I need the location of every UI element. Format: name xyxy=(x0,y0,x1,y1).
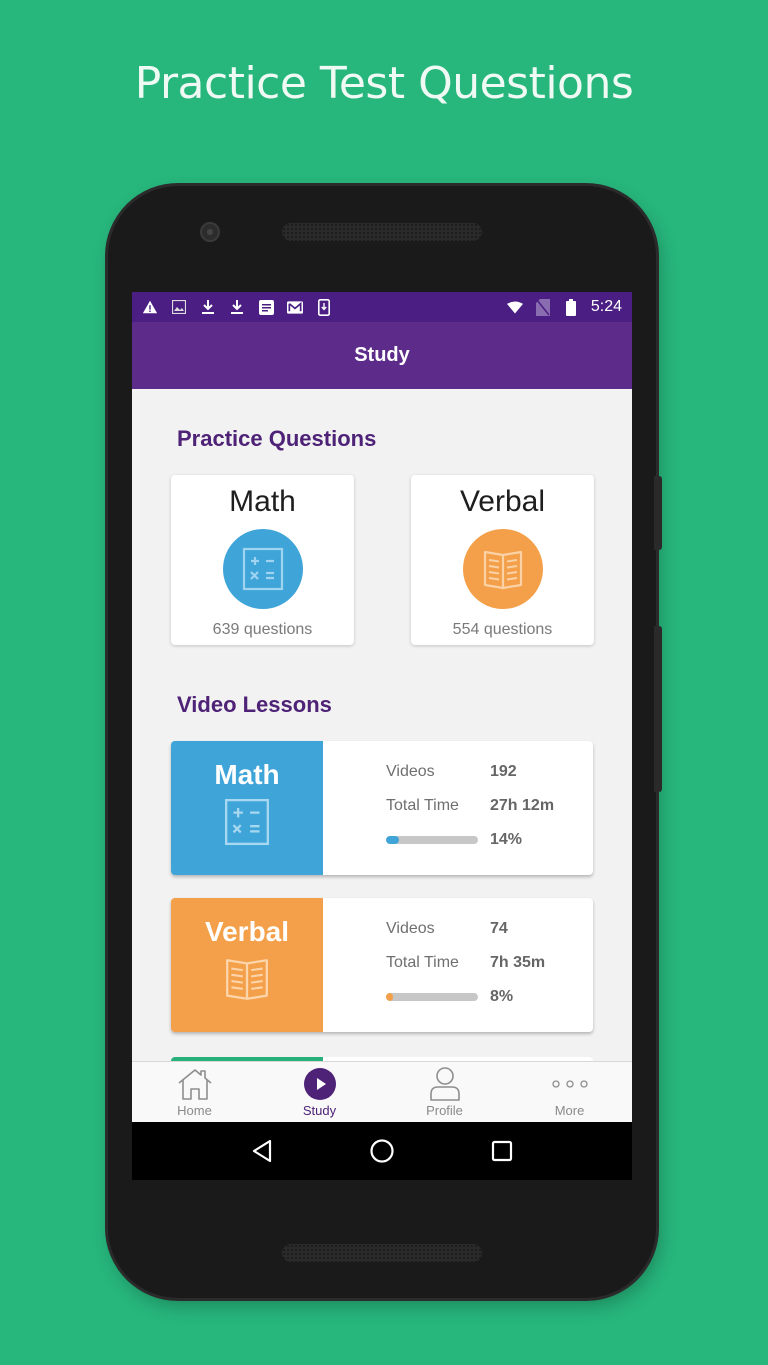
play-circle-icon xyxy=(303,1066,337,1102)
progress-fill xyxy=(386,836,399,844)
videos-label: Videos xyxy=(386,763,435,780)
download-icon xyxy=(200,299,216,315)
nav-label: Profile xyxy=(426,1103,463,1118)
progress-bar xyxy=(386,993,478,1001)
video-card-stats: Videos 192 Total Time 27h 12m 14% xyxy=(323,741,593,875)
app-bar: Study xyxy=(132,322,632,389)
warning-icon xyxy=(142,299,158,315)
videos-count: 74 xyxy=(490,920,508,937)
video-card-verbal[interactable]: Verbal Videos 74 Total Time 7h 35m 8% xyxy=(171,898,593,1032)
practice-card-verbal[interactable]: Verbal 554 questions xyxy=(411,475,594,645)
recents-icon[interactable] xyxy=(482,1131,522,1171)
video-card-stats: Videos 74 Total Time 7h 35m 8% xyxy=(323,898,593,1032)
home-icon xyxy=(176,1066,214,1102)
progress-bar xyxy=(386,836,478,844)
power-button xyxy=(654,626,662,792)
video-card-banner: Verbal xyxy=(171,898,323,1032)
video-card-title: Verbal xyxy=(204,916,290,947)
page-title: Study xyxy=(354,344,410,366)
nav-label: Study xyxy=(302,1103,337,1118)
practice-card-title: Math xyxy=(229,485,296,518)
progress-percent: 8% xyxy=(490,988,514,1005)
videos-label: Videos xyxy=(386,920,435,937)
bottom-speaker xyxy=(282,1244,482,1262)
nav-item-more[interactable]: More xyxy=(507,1062,632,1122)
total-time-value: 7h 35m xyxy=(490,954,546,971)
book-icon xyxy=(462,529,543,609)
nav-item-profile[interactable]: Profile xyxy=(382,1062,507,1122)
book-icon xyxy=(222,954,272,1009)
progress-fill xyxy=(386,993,394,1001)
question-count: 554 questions xyxy=(452,621,553,638)
home-circle-icon[interactable] xyxy=(362,1131,402,1171)
total-time-label: Total Time xyxy=(386,954,459,971)
no-sim-icon xyxy=(535,298,551,316)
volume-button xyxy=(654,476,662,550)
nav-label: More xyxy=(554,1103,585,1118)
device-download-icon xyxy=(316,298,332,316)
nav-item-home[interactable]: Home xyxy=(132,1062,257,1122)
nav-item-study[interactable]: Study xyxy=(257,1062,382,1122)
progress-percent: 14% xyxy=(490,831,523,848)
video-card-banner: Math xyxy=(171,741,323,875)
promo-title: Practice Test Questions xyxy=(134,58,634,109)
practice-questions-heading: Practice Questions xyxy=(177,426,377,451)
document-icon xyxy=(258,299,274,315)
system-navigation-bar xyxy=(132,1122,632,1180)
image-icon xyxy=(171,299,187,315)
person-icon xyxy=(428,1066,462,1102)
phone-screen: 5:24 Study Practice Questions Math 639 q… xyxy=(132,292,632,1180)
video-card-title: Math xyxy=(214,759,280,790)
calculator-icon xyxy=(222,529,303,609)
question-count: 639 questions xyxy=(212,621,313,638)
calculator-icon xyxy=(222,797,272,852)
practice-card-math[interactable]: Math 639 questions xyxy=(171,475,354,645)
status-time: 5:24 xyxy=(590,298,622,315)
videos-count: 192 xyxy=(490,763,517,780)
mail-icon xyxy=(287,299,303,315)
front-camera xyxy=(200,222,220,242)
nav-label: Home xyxy=(177,1103,212,1118)
download-icon xyxy=(229,299,245,315)
battery-icon xyxy=(563,298,579,316)
total-time-label: Total Time xyxy=(386,797,459,814)
video-card-math[interactable]: Math Videos 192 Total Time 27h 12m 14% xyxy=(171,741,593,875)
total-time-value: 27h 12m xyxy=(490,797,555,814)
bottom-navigation: Home Study Profile More xyxy=(132,1061,632,1122)
status-bar: 5:24 xyxy=(132,292,632,322)
practice-card-title: Verbal xyxy=(459,485,546,518)
wifi-icon xyxy=(506,299,523,315)
earpiece-speaker xyxy=(282,223,482,241)
video-lessons-heading: Video Lessons xyxy=(177,692,332,717)
back-icon[interactable] xyxy=(242,1131,282,1171)
more-dots-icon xyxy=(550,1066,590,1102)
